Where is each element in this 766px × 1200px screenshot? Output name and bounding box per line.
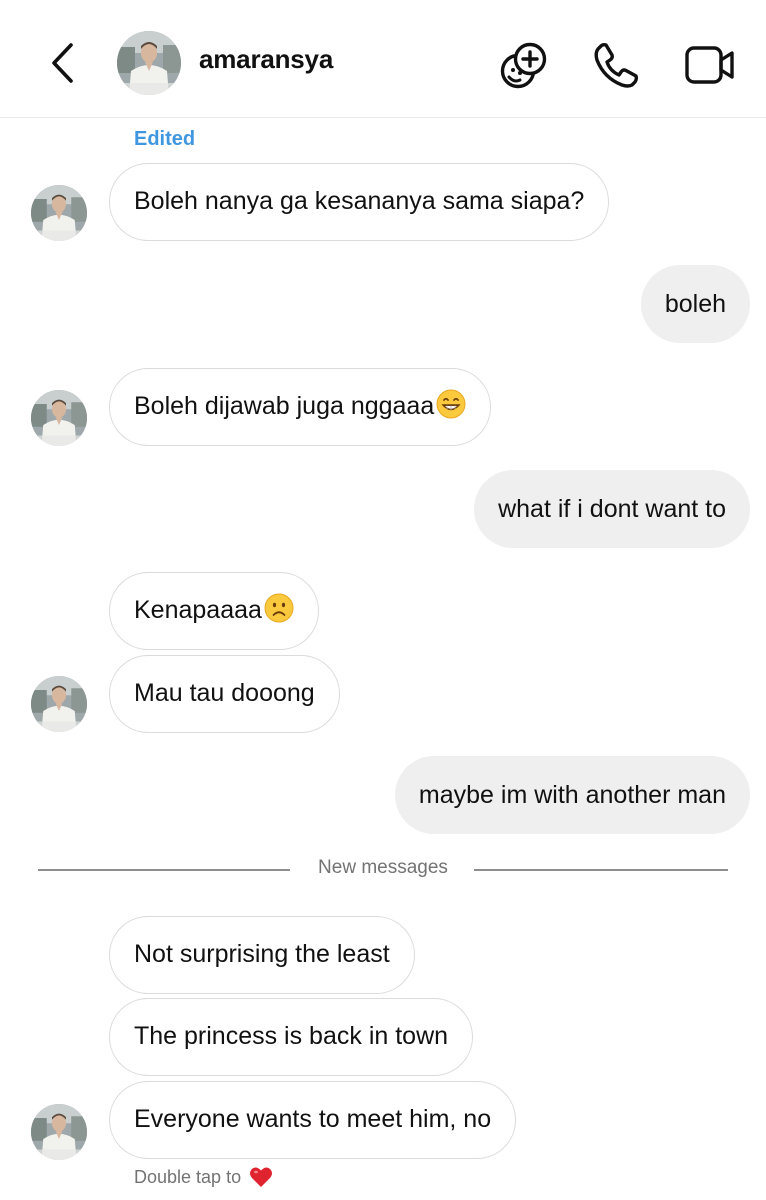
incoming-message[interactable]: Everyone wants to meet him, no [109, 1081, 517, 1159]
double-tap-text: Double tap to [134, 1166, 242, 1187]
effects-face-add-icon [500, 42, 547, 89]
divider-label: New messages [318, 857, 448, 878]
heart-icon [250, 1167, 273, 1187]
grinning-face-emoji [436, 389, 466, 419]
effects-button[interactable] [497, 38, 551, 92]
outgoing-message[interactable]: boleh [640, 265, 750, 343]
incoming-message[interactable]: Boleh dijawab juga nggaaa [109, 368, 492, 446]
incoming-message[interactable]: The princess is back in town [109, 998, 474, 1076]
message-text: boleh [664, 290, 726, 318]
new-messages-divider: New messages [38, 857, 728, 883]
frowning-face-emoji [264, 593, 294, 623]
double-tap-hint: Double tap to [134, 1166, 273, 1188]
message-text: Boleh nanya ga kesananya sama siapa? [134, 187, 585, 215]
chat-header: amaransya [0, 0, 766, 118]
contact-avatar-small[interactable] [31, 185, 87, 241]
divider-line [474, 869, 728, 871]
message-text: Mau tau dooong [134, 679, 315, 707]
edited-label: Edited [134, 128, 196, 150]
contact-name[interactable]: amaransya [199, 44, 333, 75]
message-text: The princess is back in town [134, 1022, 449, 1050]
voice-call-button[interactable] [589, 38, 643, 92]
message-text: Kenapaaaa [134, 596, 262, 624]
message-text: Boleh dijawab juga nggaaa [134, 392, 435, 420]
outgoing-message[interactable]: maybe im with another man [394, 756, 750, 834]
incoming-message[interactable]: Not surprising the least [109, 916, 415, 994]
contact-avatar-small[interactable] [31, 676, 87, 732]
back-button[interactable] [38, 38, 88, 88]
outgoing-message[interactable]: what if i dont want to [474, 470, 750, 548]
contact-avatar-small[interactable] [31, 1104, 87, 1160]
message-text: Not surprising the least [134, 940, 390, 968]
video-call-icon [685, 46, 734, 84]
message-text: what if i dont want to [498, 495, 726, 523]
chat-screen: amaransya Edited Boleh nanya ga kesanany… [0, 0, 766, 1200]
incoming-message[interactable]: Kenapaaaa [109, 572, 319, 650]
incoming-message[interactable]: Mau tau dooong [109, 655, 340, 733]
video-call-button[interactable] [683, 38, 737, 92]
back-chevron-icon [52, 43, 73, 83]
contact-avatar[interactable] [117, 31, 181, 95]
contact-avatar-small[interactable] [31, 390, 87, 446]
message-text: Everyone wants to meet him, no [134, 1105, 492, 1133]
incoming-message[interactable]: Boleh nanya ga kesananya sama siapa? [109, 163, 610, 241]
phone-call-icon [594, 42, 639, 88]
message-text: maybe im with another man [418, 781, 726, 809]
